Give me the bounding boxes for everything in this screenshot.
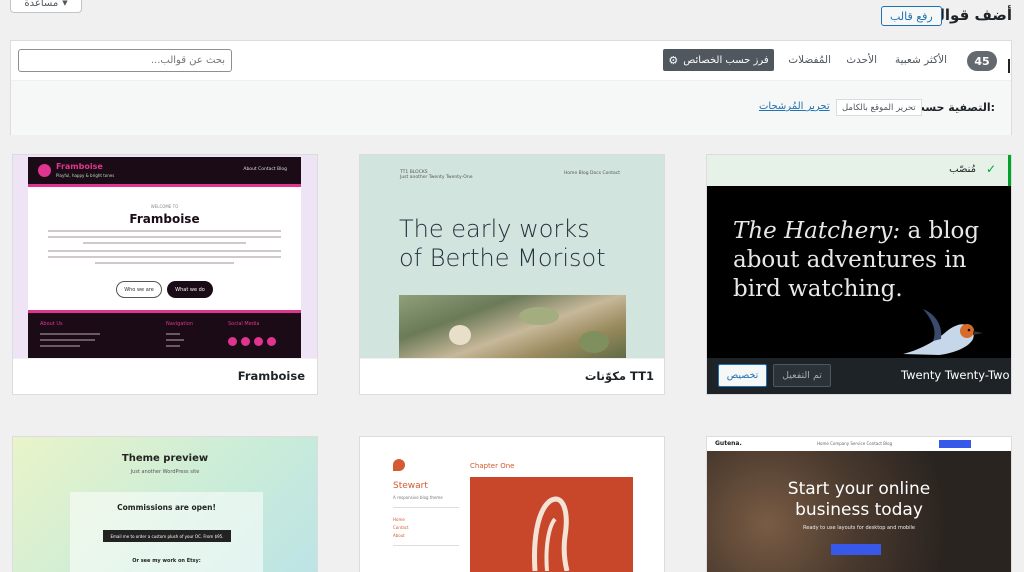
theme-filter-bar: 45 الأكثر شعبية الأحدث المُفضلات ⚙ فرز ح… [10,40,1012,135]
preview-button-who: Who we are [116,281,162,298]
preview-logo: Framboise [56,162,103,171]
bird-illustration [903,309,983,355]
preview-nav-bar: Gutena. Home Company Service Contact Blo… [707,437,1011,451]
theme-card-twenty-twenty-two[interactable]: مُنصّب ✓ The Hatchery: a blog about adve… [706,154,1012,395]
installed-label: مُنصّب [949,164,976,175]
tab-favorites[interactable]: المُفضلات [788,54,831,66]
preview-sub: Ready to use layouts for desktop and mob… [803,525,915,531]
help-tab[interactable]: مساعدة ▼ [10,0,82,13]
upload-theme-button[interactable]: رفع قالب [881,6,942,26]
social-icon [254,337,263,346]
chapter-image [470,477,633,572]
customize-button[interactable]: تخصيص [718,364,767,387]
preview-tagline: A responsive blog theme [393,495,443,500]
preview-page: Framboise Playful, happy & bright tones … [28,157,301,359]
tab-popular[interactable]: الأكثر شعبية [895,54,947,66]
help-tab-label: مساعدة [24,0,59,9]
preview-link-about: About [393,533,405,538]
theme-name: Twenty Twenty-Two [901,368,1010,382]
preview-nav: Home Blog Docs Contact [563,171,620,176]
preview-nav-button [939,440,971,448]
theme-screenshot[interactable]: مُنصّب ✓ The Hatchery: a blog about adve… [707,155,1011,359]
theme-name: مكوّنات TT1 [584,369,654,383]
theme-screenshot[interactable]: Theme preview Just another WordPress sit… [13,437,317,572]
preview-nav: About Contact Blog [243,167,287,172]
framboise-logo-icon [38,164,51,177]
checkmark-icon: ✓ [985,162,996,176]
preview-text-lines [48,230,281,268]
social-icon [228,337,237,346]
filter-by-label: التصفية حسب: [913,101,995,114]
activated-button: تم التفعيل [773,364,831,387]
footer-about: About Us [40,321,63,327]
theme-count-badge: 45 [967,51,997,71]
preview-heading: The Hatchery: a blog about adventures in… [733,217,1011,304]
theme-card-tt1-blocks[interactable]: TT1 BLOCKS Just another Twenty Twenty-One… [359,154,665,395]
preview-heading: The early works of Berthe Morisot [399,215,606,272]
preview-nav: Home Company Service Contact Blog [817,441,893,446]
preview-heading-italic: The Hatchery: [733,218,901,244]
theme-screenshot[interactable]: Stewart A responsive blog theme Home Con… [360,437,664,572]
filter-top-row: 45 الأكثر شعبية الأحدث المُفضلات ⚙ فرز ح… [11,41,1011,81]
text-cursor [1008,59,1010,73]
gear-icon: ⚙ [668,53,679,67]
preview-tagline: Playful, happy & bright tones [56,173,115,178]
installed-banner: مُنصّب ✓ [707,155,1011,186]
feature-filter-label: فرز حسب الخصائص [683,54,769,66]
preview-brand: TT1 BLOCKS Just another Twenty Twenty-One [400,170,472,180]
theme-screenshot[interactable]: Gutena. Home Company Service Contact Blo… [707,437,1011,572]
preview-heading: Start your online business today [787,479,931,520]
theme-card-framboise[interactable]: Framboise Playful, happy & bright tones … [12,154,318,395]
caret-down-icon: ▼ [62,0,68,7]
theme-card-stewart[interactable]: Stewart A responsive blog theme Home Con… [359,436,665,572]
preview-box: Commissions are open! Email me to order … [70,492,263,572]
feature-filter-button[interactable]: ⚙ فرز حسب الخصائص [663,49,774,71]
theme-name: Framboise [237,369,305,383]
preview-etsy: Or see my work on Etsy: [132,558,201,564]
active-filter-chip[interactable]: تحرير الموقع بالكامل [836,99,922,116]
tab-latest[interactable]: الأحدث [846,54,877,66]
theme-name-bar: Twenty Twenty-Two تم التفعيل تخصيص [707,358,1011,394]
preview-cta-button [831,544,881,555]
footer-nav: Navigation [166,321,193,327]
edit-filters-link[interactable]: تحرير المُرشحات [759,101,830,112]
theme-screenshot[interactable]: TT1 BLOCKS Just another Twenty Twenty-One… [360,155,664,359]
preview-link-home: Home [393,517,405,522]
footer-social: Social Media [228,321,260,327]
preview-button-what: What we do [167,281,213,298]
theme-name-bar: مكوّنات TT1 [360,358,664,394]
preview-logo: Gutena. [715,440,742,447]
theme-search-input[interactable] [18,49,232,72]
theme-name-bar: Framboise [13,358,317,394]
social-icon [241,337,250,346]
preview-tagline: Just another Twenty Twenty-One [400,175,473,180]
preview-footer: About Us Navigation Social Media [28,310,301,359]
preview-link-contact: Contact [393,525,409,530]
preview-title: Theme preview [121,453,209,464]
preview-email-text: Email me to order a custom plush of your… [103,530,231,542]
preview-header: Framboise Playful, happy & bright tones … [28,157,301,187]
preview-brand: Stewart [393,481,428,491]
painting-image [399,295,626,359]
preview-subtitle: Just another WordPress site [130,469,200,475]
preview-welcome: WELCOME TO [150,204,179,209]
preview-commissions: Commissions are open! [117,503,216,512]
theme-card-theme-preview[interactable]: Theme preview Just another WordPress sit… [12,436,318,572]
preview-body: WELCOME TO Framboise Who we are What we … [28,190,301,310]
preview-title: Framboise [129,212,200,226]
filter-bottom-row: التصفية حسب: تحرير الموقع بالكامل تحرير … [11,81,1011,135]
preview-chapter: Chapter One [470,462,515,470]
theme-screenshot[interactable]: Framboise Playful, happy & bright tones … [13,155,317,359]
theme-card-gutena[interactable]: Gutena. Home Company Service Contact Blo… [706,436,1012,572]
social-icon [267,337,276,346]
stewart-logo-icon [393,459,405,471]
